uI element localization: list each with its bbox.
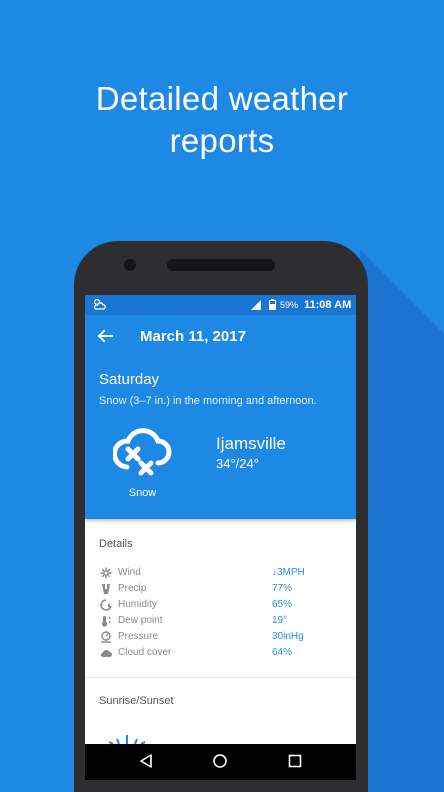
detail-label: Pressure — [118, 631, 159, 642]
precip-icon — [102, 584, 110, 594]
app-bar: March 11, 2017 — [85, 315, 356, 359]
forecast-summary: Snow (3–7 in.) in the morning and aftern… — [99, 395, 317, 407]
headline-line-1: Detailed weather — [95, 80, 349, 117]
earpiece-speaker — [167, 259, 275, 271]
humidity-icon — [100, 599, 112, 611]
nav-home-icon[interactable] — [212, 753, 228, 769]
detail-value: 65% — [272, 599, 293, 610]
system-nav-bar — [85, 744, 356, 780]
temperature-range: 34°/24° — [216, 456, 259, 471]
wind-icon — [100, 567, 112, 579]
battery-icon — [269, 299, 276, 310]
detail-label: Humidity — [118, 599, 157, 610]
detail-value: 77% — [272, 583, 293, 594]
condition-label: Snow — [128, 487, 157, 499]
signal-icon — [251, 300, 261, 310]
detail-label: Cloud cover — [118, 647, 172, 658]
detail-row-pressure: Pressure 30inHg — [85, 630, 356, 646]
detail-label: Dew point — [118, 615, 163, 626]
pressure-icon — [101, 631, 111, 643]
status-bar: 59% 11:08 AM — [85, 295, 356, 315]
battery-percent: 59% — [280, 300, 299, 310]
dew-point-icon — [101, 616, 111, 627]
detail-value: 30inHg — [272, 631, 304, 642]
forecast-day: Saturday — [99, 371, 160, 388]
detail-row-dew-point: Dew point 19° — [85, 614, 356, 630]
forecast-card: Saturday Snow (3–7 in.) in the morning a… — [85, 359, 356, 519]
phone-screen: 59% 11:08 AM March 11, 2017 Saturday Sno… — [85, 295, 356, 780]
front-camera — [124, 259, 136, 271]
promo-headline: Detailed weather reports — [0, 78, 444, 162]
sunrise-icon — [108, 735, 146, 744]
detail-row-wind: Wind ↓3MPH — [85, 566, 356, 582]
cloud-cover-icon — [100, 649, 112, 658]
detail-value: 19° — [272, 615, 288, 626]
arrow-back-icon[interactable] — [97, 328, 113, 344]
location-name: Ijamsville — [216, 434, 286, 453]
detail-row-humidity: Humidity 65% — [85, 598, 356, 614]
detail-value: ↓3MPH — [272, 567, 305, 578]
details-heading: Details — [99, 538, 133, 550]
status-clock: 11:08 AM — [304, 299, 352, 311]
snow-cloud-icon — [113, 428, 172, 476]
nav-recents-icon[interactable] — [287, 753, 303, 769]
headline-line-2: reports — [169, 122, 275, 159]
detail-label: Wind — [118, 567, 141, 578]
section-divider — [85, 677, 356, 678]
nav-back-icon[interactable] — [138, 753, 154, 769]
detail-row-cloud-cover: Cloud cover 64% — [85, 646, 356, 662]
weather-app-icon — [93, 298, 106, 310]
detail-label: Precip — [118, 583, 147, 594]
detail-row-precip: Precip 77% — [85, 582, 356, 598]
page-title: March 11, 2017 — [140, 328, 246, 345]
detail-value: 64% — [272, 647, 293, 658]
sunrise-sunset-heading: Sunrise/Sunset — [99, 695, 174, 707]
